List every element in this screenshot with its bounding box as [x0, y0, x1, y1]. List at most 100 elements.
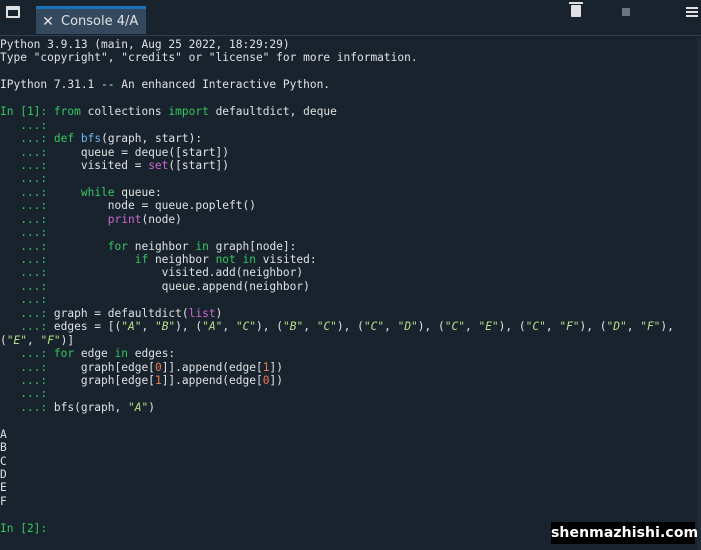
code-line: ...: edges = [("A", "B"), ("A", "C"), ("… [0, 320, 696, 333]
code-token: not [215, 253, 236, 266]
code-line: ...: bfs(graph, "A") [0, 401, 696, 414]
prompt: ...: [0, 373, 54, 387]
prompt: ...: [0, 239, 54, 253]
code-token: def [53, 132, 75, 146]
code-token: visited.add(neighbor) [53, 266, 304, 280]
code-token: node = queue.popleft() [53, 199, 256, 213]
tab-console[interactable]: ✕ Console 4/A [36, 6, 146, 34]
prompt: ...: [0, 212, 54, 226]
divider [0, 35, 701, 36]
code-token: "D" [397, 320, 418, 334]
code-token: ]) [269, 373, 283, 387]
scrollbar[interactable] [697, 38, 701, 550]
code-token: "A" [202, 320, 223, 334]
banner-line: IPython 7.31.1 -- An enhanced Interactiv… [0, 78, 331, 92]
menu-icon[interactable] [686, 7, 698, 17]
output-line: C [0, 454, 7, 468]
code-line: ...: for neighbor in graph[node]: [0, 240, 696, 253]
window-icon[interactable] [6, 6, 20, 18]
code-token: "F" [559, 320, 580, 334]
code-token: neighbor [148, 253, 216, 266]
prompt: ...: [0, 360, 54, 374]
code-line: ...: while queue: [0, 186, 696, 199]
code-token: "F" [40, 333, 61, 347]
code-token: , [626, 320, 641, 334]
code-token: )] [60, 333, 75, 347]
prompt: ...: [0, 145, 54, 159]
code-token: in [195, 239, 209, 253]
code-token: ), [660, 320, 674, 334]
trash-icon[interactable] [569, 2, 583, 17]
code-token: queue.append(neighbor) [53, 279, 310, 293]
code-token: (graph, start): [101, 132, 203, 146]
code-token: graph = defaultdict( [53, 306, 189, 320]
code-token: visited = [53, 158, 149, 172]
code-token: "A" [121, 320, 142, 334]
code-token: , [464, 320, 479, 334]
code-token: for [107, 239, 128, 253]
prompt: ...: [0, 400, 54, 414]
code-token: ]].append(edge[ [161, 373, 263, 387]
prompt: ...: [0, 185, 54, 199]
code-token: ) [148, 400, 155, 414]
prompt: ...: [0, 279, 54, 293]
prompt: ...: [0, 226, 54, 240]
code-token: graph[node]: [208, 239, 297, 253]
code-token: ), ( [498, 320, 526, 334]
code-line: ...: print(node) [0, 213, 696, 226]
code-token: collections [80, 105, 169, 119]
code-token: ), ( [256, 320, 283, 334]
code-token: for [53, 347, 75, 361]
tab-label: Console 4/A [61, 14, 139, 29]
code-token: , [384, 320, 398, 334]
code-token: edge [74, 347, 115, 361]
code-line: ...: queue = deque([start]) [0, 146, 696, 159]
prompt: In [1]: [0, 105, 54, 119]
code-token: queue: [114, 185, 162, 199]
code-token: edges = [( [53, 320, 122, 334]
code-line: ...: graph[edge[0]].append(edge[1]) [0, 361, 696, 374]
code-token: bfs [80, 132, 102, 146]
prompt: ...: [0, 158, 54, 172]
prompt: In [2]: [0, 521, 54, 535]
code-line: ...: visited.add(neighbor) [0, 266, 696, 279]
prompt: ...: [0, 132, 54, 146]
code-token: "B" [283, 320, 304, 334]
output-line: A [0, 427, 7, 441]
code-token: while [80, 185, 115, 199]
prompt: ...: [0, 320, 54, 334]
prompt: ...: [0, 172, 54, 186]
console-output[interactable]: Python 3.9.13 (main, Aug 25 2022, 18:29:… [0, 38, 696, 550]
code-token: from [53, 105, 81, 119]
code-token: ([start]) [168, 158, 230, 172]
code-token: in [114, 347, 129, 361]
code-token: graph[edge[ [53, 373, 155, 387]
code-line: ...: visited = set([start]) [0, 159, 696, 172]
code-token: ), ( [175, 320, 203, 334]
code-token: ) [215, 306, 223, 320]
code-line: ...: for edge in edges: [0, 347, 696, 360]
code-token: (node) [141, 212, 182, 226]
code-token: ), ( [579, 320, 607, 334]
code-token: list [188, 306, 216, 320]
code-token: ]].append(edge[ [161, 360, 263, 374]
prompt: ...: [0, 266, 54, 280]
code-token: "E" [6, 333, 27, 347]
code-token: edges: [128, 347, 176, 361]
code-token: 0 [154, 360, 162, 374]
stop-icon[interactable] [622, 8, 630, 16]
code-token: graph[edge[ [53, 360, 155, 374]
code-token: set [148, 158, 169, 172]
close-icon[interactable]: ✕ [41, 14, 55, 30]
code-line: ...: [0, 226, 696, 239]
code-line: In [1]: from collections import defaultd… [0, 105, 696, 118]
code-token: ), ( [417, 320, 445, 334]
banner-line: Python 3.9.13 (main, Aug 25 2022, 18:29:… [0, 38, 290, 51]
prompt: ...: [0, 347, 54, 361]
code-token: ( [0, 333, 7, 347]
code-token: "B" [154, 320, 176, 334]
